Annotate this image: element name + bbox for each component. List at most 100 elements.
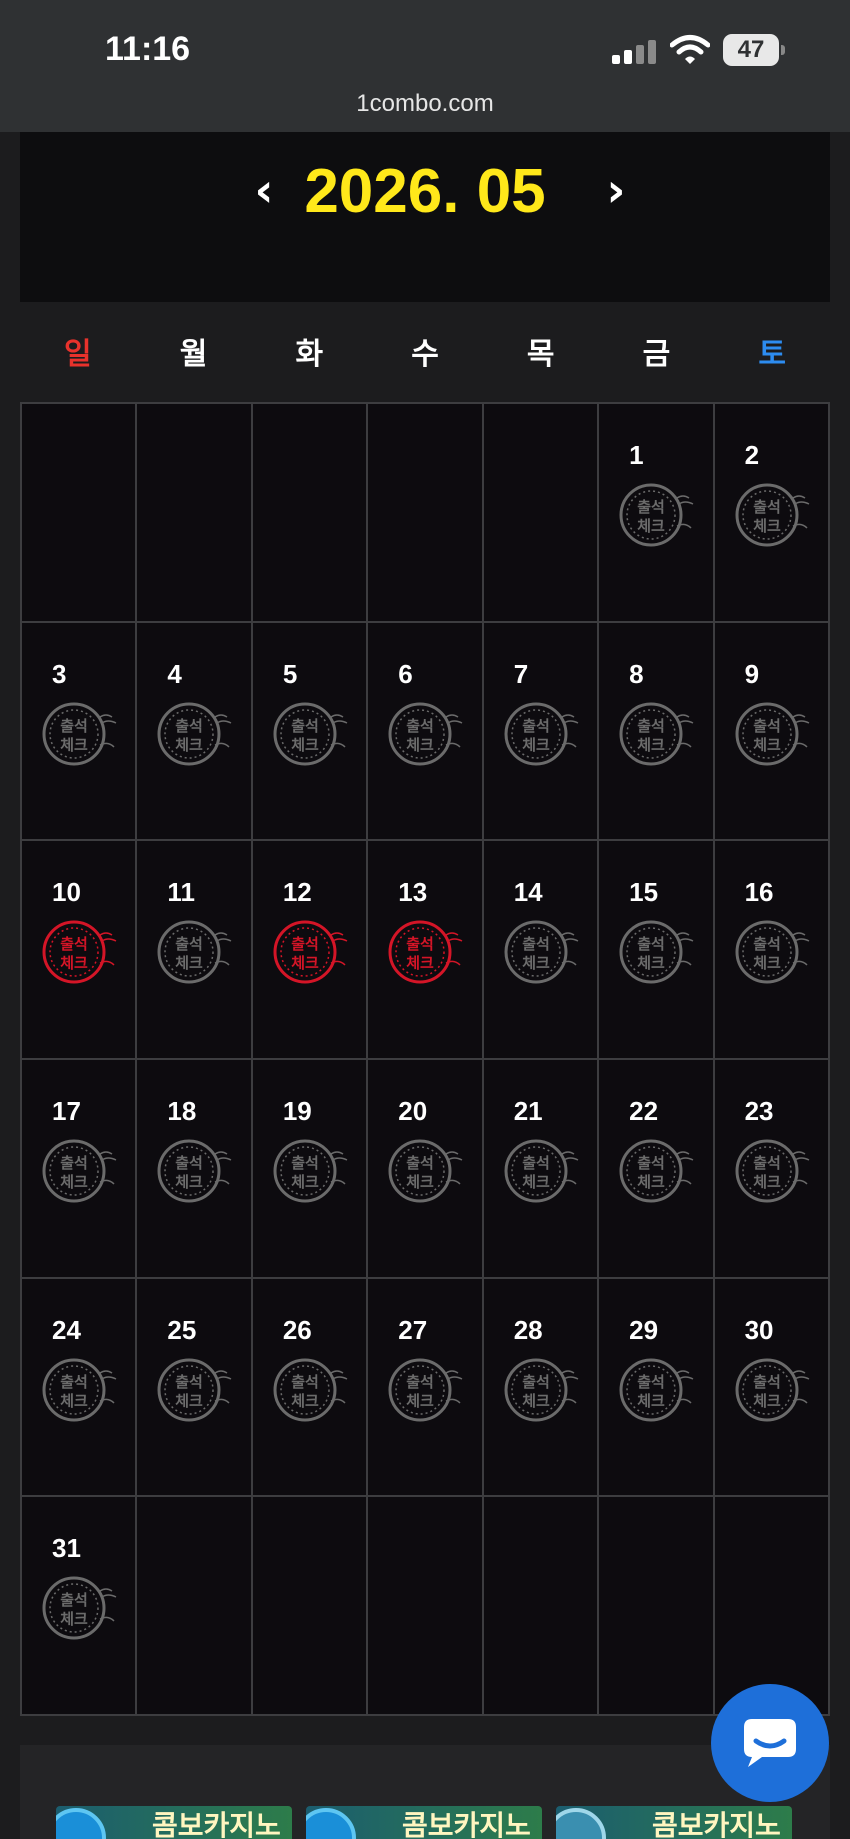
attendance-stamp-icon[interactable]: 출석 체크 — [500, 699, 580, 769]
svg-text:출석: 출석 — [522, 935, 550, 953]
svg-text:출석: 출석 — [291, 1154, 319, 1172]
day-number: 9 — [744, 658, 760, 689]
svg-text:체크: 체크 — [291, 1173, 319, 1191]
svg-text:체크: 체크 — [637, 954, 665, 972]
svg-text:출석: 출석 — [60, 1591, 88, 1609]
casino-banner[interactable]: 콤보카지노 — [56, 1806, 292, 1839]
svg-text:체크: 체크 — [406, 1392, 434, 1410]
empty-day-cell — [252, 1497, 369, 1716]
attendance-stamp-icon[interactable]: 출석 체크 — [500, 1136, 580, 1206]
attendance-stamp-icon[interactable]: 출석 체크 — [153, 699, 233, 769]
attendance-stamp-checked-icon[interactable]: 출석 체크 — [269, 917, 349, 987]
calendar-day-cell: 20 출석 체크 — [368, 1060, 484, 1279]
calendar-day-cell: 8 출석 체크 — [599, 622, 715, 842]
attendance-stamp-icon[interactable]: 출석 체크 — [38, 699, 118, 769]
calendar-day-cell: 18 출석 체크 — [137, 1060, 253, 1279]
attendance-stamp-icon[interactable]: 출석 체크 — [153, 917, 233, 987]
calendar-day-cell: 14 출석 체크 — [483, 841, 600, 1060]
day-number: 24 — [52, 1314, 81, 1345]
attendance-stamp-icon[interactable]: 출석 체크 — [500, 1355, 580, 1425]
calendar-day-cell: 17 출석 체크 — [22, 1060, 138, 1279]
attendance-stamp-checked-icon[interactable]: 출석 체크 — [38, 917, 118, 987]
status-time: 11:16 — [105, 30, 191, 68]
attendance-stamp-icon[interactable]: 출석 체크 — [38, 1136, 118, 1206]
next-month-button[interactable]: › — [594, 162, 638, 222]
attendance-stamp-checked-icon[interactable]: 출석 체크 — [384, 917, 464, 987]
day-number: 3 — [52, 658, 67, 689]
casino-banner[interactable]: 콤보카지노 — [556, 1806, 792, 1839]
attendance-stamp-icon[interactable]: 출석 체크 — [731, 1355, 811, 1425]
attendance-stamp-icon[interactable]: 출석 체크 — [615, 480, 695, 550]
empty-day-cell — [252, 404, 369, 623]
attendance-stamp-icon[interactable]: 출석 체크 — [269, 699, 349, 769]
attendance-stamp-icon[interactable]: 출석 체크 — [269, 1136, 349, 1206]
svg-text:체크: 체크 — [406, 1173, 434, 1191]
attendance-stamp-icon[interactable]: 출석 체크 — [153, 1355, 233, 1425]
attendance-stamp-icon[interactable]: 출석 체크 — [615, 917, 695, 987]
svg-text:체크: 체크 — [753, 954, 781, 972]
attendance-stamp-icon[interactable]: 출석 체크 — [269, 1355, 349, 1425]
casino-banner[interactable]: 콤보카지노 — [306, 1806, 542, 1839]
svg-text:체크: 체크 — [753, 1173, 781, 1191]
svg-text:체크: 체크 — [406, 954, 434, 972]
day-number: 28 — [513, 1314, 543, 1345]
calendar-day-cell: 12 출석 체크 — [252, 841, 369, 1060]
battery-icon: 47 — [723, 34, 785, 66]
calendar-day-cell: 29 출석 체크 — [599, 1278, 715, 1498]
day-number: 14 — [513, 877, 543, 908]
svg-text:출석: 출석 — [406, 935, 434, 953]
svg-text:출석: 출석 — [176, 1373, 204, 1391]
svg-text:출석: 출석 — [637, 1154, 665, 1172]
calendar-day-cell: 7 출석 체크 — [483, 622, 600, 842]
svg-text:체크: 체크 — [637, 1392, 665, 1410]
svg-text:체크: 체크 — [176, 736, 204, 754]
empty-day-cell — [137, 404, 253, 623]
attendance-stamp-icon[interactable]: 출석 체크 — [615, 699, 695, 769]
day-number: 26 — [282, 1314, 312, 1345]
day-number: 5 — [282, 658, 298, 689]
svg-text:출석: 출석 — [60, 717, 88, 735]
calendar-day-cell: 5 출석 체크 — [252, 622, 369, 842]
svg-text:체크: 체크 — [176, 1173, 204, 1191]
svg-text:체크: 체크 — [522, 736, 550, 754]
status-bar: 11:16 47 1combo.com — [0, 0, 850, 132]
svg-text:출석: 출석 — [406, 1154, 434, 1172]
svg-text:체크: 체크 — [753, 517, 781, 535]
attendance-stamp-icon[interactable]: 출석 체크 — [384, 1136, 464, 1206]
svg-text:출석: 출석 — [60, 1154, 88, 1172]
attendance-stamp-icon[interactable]: 출석 체크 — [731, 699, 811, 769]
attendance-stamp-icon[interactable]: 출석 체크 — [615, 1136, 695, 1206]
svg-text:체크: 체크 — [637, 1173, 665, 1191]
address-bar-url[interactable]: 1combo.com — [0, 90, 850, 118]
attendance-stamp-icon[interactable]: 출석 체크 — [38, 1573, 118, 1643]
attendance-stamp-icon[interactable]: 출석 체크 — [38, 1355, 118, 1425]
attendance-stamp-icon[interactable]: 출석 체크 — [731, 480, 811, 550]
svg-text:출석: 출석 — [406, 717, 434, 735]
attendance-stamp-icon[interactable]: 출석 체크 — [500, 917, 580, 987]
attendance-stamp-icon[interactable]: 출석 체크 — [615, 1355, 695, 1425]
attendance-stamp-icon[interactable]: 출석 체크 — [731, 917, 811, 987]
svg-text:출석: 출석 — [753, 935, 781, 953]
svg-text:체크: 체크 — [753, 1392, 781, 1410]
attendance-stamp-icon[interactable]: 출석 체크 — [731, 1136, 811, 1206]
chat-button[interactable] — [711, 1684, 829, 1802]
attendance-stamp-icon[interactable]: 출석 체크 — [153, 1136, 233, 1206]
svg-text:체크: 체크 — [60, 1392, 88, 1410]
day-number: 22 — [629, 1096, 659, 1126]
day-number: 21 — [513, 1096, 543, 1126]
weekday-header: 일 월 화 수 목 금 토 — [20, 325, 830, 385]
attendance-stamp-icon[interactable]: 출석 체크 — [384, 699, 464, 769]
day-number: 20 — [398, 1096, 428, 1126]
svg-text:체크: 체크 — [522, 1392, 550, 1410]
day-number: 15 — [629, 877, 659, 908]
svg-text:체크: 체크 — [60, 1173, 88, 1191]
calendar-grid: 1 출석 체크 2 출석 체크 3 출석 체크 4 출석 체크 5 출석 체크 6 출석 체크 7 출석 체크 8 출석 체크… — [20, 402, 830, 1716]
day-number: 18 — [167, 1096, 197, 1126]
attendance-stamp-icon[interactable]: 출석 체크 — [384, 1355, 464, 1425]
svg-text:출석: 출석 — [753, 498, 781, 516]
svg-text:체크: 체크 — [60, 1610, 88, 1628]
svg-text:체크: 체크 — [406, 736, 434, 754]
calendar-day-cell: 15 출석 체크 — [599, 841, 715, 1060]
svg-text:체크: 체크 — [176, 954, 204, 972]
day-number: 27 — [398, 1314, 428, 1345]
